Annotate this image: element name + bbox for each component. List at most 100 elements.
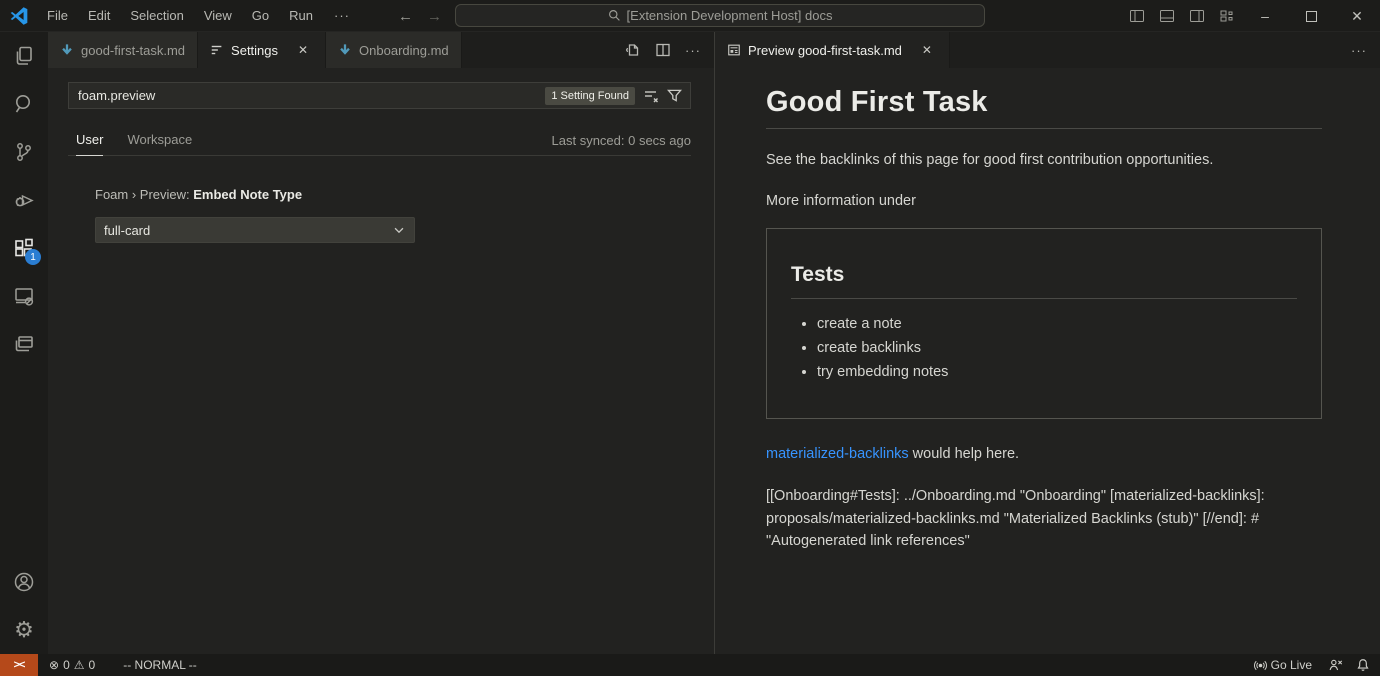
right-tab-bar: Preview good-first-task.md ✕ ··· <box>715 32 1380 68</box>
history-forward-button[interactable]: → <box>427 8 442 25</box>
settings-search-input[interactable] <box>69 88 545 103</box>
settings-last-synced: Last synced: 0 secs ago <box>552 133 691 148</box>
settings-gear-icon[interactable]: ⚙ <box>0 606 48 654</box>
scope-tab-user[interactable]: User <box>76 125 103 156</box>
list-item: create backlinks <box>817 340 1297 356</box>
embedded-note-card: Tests create a note create backlinks try… <box>766 228 1322 419</box>
tab-close-icon[interactable]: ✕ <box>917 40 937 60</box>
settings-scope-tabs: User Workspace Last synced: 0 secs ago <box>68 125 691 156</box>
more-actions-icon[interactable]: ··· <box>680 37 706 63</box>
go-live-label: Go Live <box>1271 658 1312 672</box>
tab-label: Onboarding.md <box>359 43 449 58</box>
settings-search-box[interactable]: 1 Setting Found <box>68 82 691 109</box>
settings-list-icon <box>210 43 224 57</box>
embedded-title-rule <box>791 298 1297 299</box>
command-center-search[interactable]: [Extension Development Host] docs <box>455 4 985 27</box>
search-icon[interactable] <box>0 80 48 128</box>
dropdown-value: full-card <box>104 223 150 238</box>
preview-title: Good First Task <box>766 86 1322 119</box>
menu-edit[interactable]: Edit <box>79 4 119 27</box>
window-close-button[interactable]: ✕ <box>1334 0 1380 32</box>
setting-category: Foam › Preview: <box>95 187 193 202</box>
extensions-icon[interactable]: 1 <box>0 224 48 272</box>
explorer-icon[interactable] <box>0 32 48 80</box>
link-suffix-text: would help here. <box>909 446 1019 462</box>
tab-label: Settings <box>231 43 278 58</box>
setting-name: Embed Note Type <box>193 187 302 202</box>
toggle-secondary-sidebar-icon[interactable] <box>1182 0 1212 32</box>
embed-note-type-dropdown[interactable]: full-card <box>95 217 415 243</box>
feedback-icon[interactable] <box>1319 654 1352 676</box>
menu-run[interactable]: Run <box>280 4 322 27</box>
menu-overflow-button[interactable]: ··· <box>324 4 360 27</box>
embedded-note-title: Tests <box>791 263 1297 287</box>
list-item: try embedding notes <box>817 364 1297 380</box>
clear-settings-filter-icon[interactable] <box>643 88 659 104</box>
preview-link-paragraph: materialized-backlinks would help here. <box>766 446 1322 462</box>
status-bar: >< ⊗ 0 ⚠ 0 -- NORMAL -- Go Live <box>0 654 1380 676</box>
toggle-panel-icon[interactable] <box>1152 0 1182 32</box>
accounts-icon[interactable] <box>0 558 48 606</box>
source-control-icon[interactable] <box>0 128 48 176</box>
error-icon: ⊗ <box>49 658 59 672</box>
chevron-down-icon <box>392 223 406 237</box>
extensions-badge: 1 <box>25 249 41 265</box>
tab-close-icon[interactable]: ✕ <box>293 40 313 60</box>
remote-indicator[interactable]: >< <box>0 654 38 676</box>
run-debug-icon[interactable] <box>0 176 48 224</box>
tab-label: Preview good-first-task.md <box>748 43 902 58</box>
markdown-file-icon <box>60 43 74 57</box>
materialized-backlinks-link[interactable]: materialized-backlinks <box>766 446 909 462</box>
go-live-button[interactable]: Go Live <box>1247 654 1319 676</box>
embedded-note-list: create a note create backlinks try embed… <box>817 316 1297 380</box>
title-rule <box>766 128 1322 129</box>
search-icon <box>608 9 621 22</box>
window-minimize-button[interactable]: – <box>1242 0 1288 32</box>
error-count: 0 <box>63 658 70 672</box>
customize-layout-icon[interactable] <box>1212 0 1242 32</box>
link-references-paragraph: [[Onboarding#Tests]: ../Onboarding.md "O… <box>766 485 1291 553</box>
settings-editor: 1 Setting Found User <box>48 68 714 654</box>
setting-title: Foam › Preview: Embed Note Type <box>95 187 691 202</box>
preview-paragraph-1: See the backlinks of this page for good … <box>766 152 1322 168</box>
editor-group-left: good-first-task.md Settings ✕ Onboarding… <box>48 32 715 654</box>
problems-status[interactable]: ⊗ 0 ⚠ 0 <box>42 654 102 676</box>
left-tab-bar: good-first-task.md Settings ✕ Onboarding… <box>48 32 714 68</box>
tab-settings[interactable]: Settings ✕ <box>198 32 326 68</box>
split-editor-icon[interactable] <box>650 37 676 63</box>
markdown-preview-icon <box>727 43 741 57</box>
settings-result-count-badge: 1 Setting Found <box>545 87 635 105</box>
markdown-file-icon <box>338 43 352 57</box>
window-maximize-button[interactable] <box>1288 0 1334 32</box>
warning-icon: ⚠ <box>74 658 85 672</box>
scope-tab-workspace[interactable]: Workspace <box>127 125 192 156</box>
title-bar: File Edit Selection View Go Run ··· ← → … <box>0 0 1380 32</box>
command-center-label: [Extension Development Host] docs <box>627 8 833 23</box>
menu-file[interactable]: File <box>38 4 77 27</box>
vim-mode-indicator[interactable]: -- NORMAL -- <box>116 654 204 676</box>
menu-selection[interactable]: Selection <box>121 4 192 27</box>
list-item: create a note <box>817 316 1297 332</box>
history-back-button[interactable]: ← <box>398 8 413 25</box>
menu-view[interactable]: View <box>195 4 241 27</box>
tab-label: good-first-task.md <box>81 43 185 58</box>
notifications-bell-icon[interactable] <box>1352 654 1380 676</box>
editor-layouts-icon[interactable] <box>0 320 48 368</box>
markdown-preview: Good First Task See the backlinks of thi… <box>715 68 1380 654</box>
vscode-logo-icon <box>8 5 30 27</box>
broadcast-icon <box>1254 659 1267 672</box>
remote-explorer-icon[interactable] <box>0 272 48 320</box>
warning-count: 0 <box>89 658 96 672</box>
editor-group-right: Preview good-first-task.md ✕ ··· Good Fi… <box>715 32 1380 654</box>
tab-onboarding[interactable]: Onboarding.md <box>326 32 462 68</box>
preview-paragraph-2: More information under <box>766 193 1322 209</box>
open-settings-json-icon[interactable] <box>620 37 646 63</box>
activity-bar: 1 ⚙ <box>0 32 48 654</box>
more-actions-icon[interactable]: ··· <box>1346 37 1372 63</box>
tab-preview-good-first-task[interactable]: Preview good-first-task.md ✕ <box>715 32 950 68</box>
tab-good-first-task[interactable]: good-first-task.md <box>48 32 198 68</box>
toggle-sidebar-icon[interactable] <box>1122 0 1152 32</box>
filter-settings-icon[interactable] <box>667 88 682 103</box>
setting-embed-note-type: Foam › Preview: Embed Note Type full-car… <box>68 187 691 243</box>
menu-go[interactable]: Go <box>243 4 278 27</box>
